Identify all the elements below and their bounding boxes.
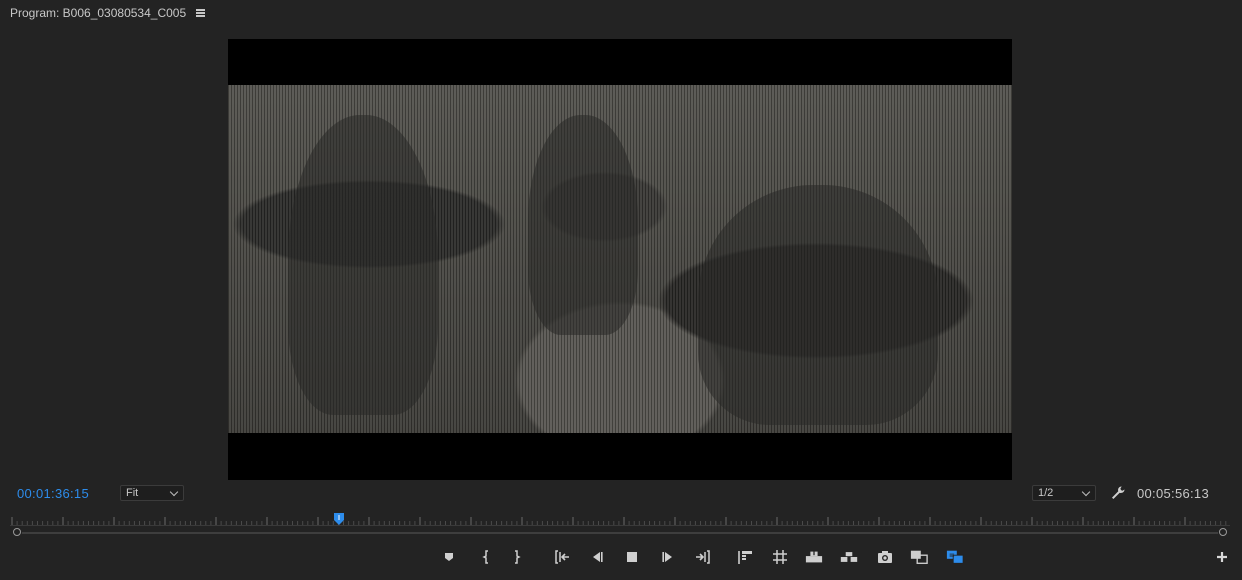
chevron-down-icon [169, 487, 179, 497]
program-monitor-viewer[interactable] [228, 39, 1012, 480]
settings-wrench-icon[interactable] [1110, 485, 1126, 501]
plus-icon[interactable] [1214, 549, 1230, 565]
panel-header: Program: B006_03080534_C005 [10, 5, 206, 21]
scrollbar-track [22, 532, 1218, 534]
stop-icon[interactable] [623, 548, 641, 566]
scrollbar-end-handle[interactable] [1219, 528, 1227, 536]
time-ruler[interactable] [10, 514, 1230, 526]
panel-title: Program: B006_03080534_C005 [10, 6, 187, 20]
step-back-icon[interactable] [588, 548, 606, 566]
step-forward-icon[interactable] [659, 548, 677, 566]
resolution-value: 1/2 [1038, 487, 1054, 499]
chevron-down-icon [1081, 487, 1091, 497]
current-timecode[interactable]: 00:01:36:15 [17, 486, 89, 501]
mark-in-icon[interactable] [477, 548, 495, 566]
zoom-level-select[interactable]: Fit [120, 485, 184, 501]
duration-timecode: 00:05:56:13 [1137, 486, 1209, 501]
go-to-in-icon[interactable] [554, 548, 572, 566]
transport-controls [0, 548, 1242, 566]
panel-menu-icon[interactable] [196, 9, 206, 17]
extract-icon[interactable] [840, 548, 858, 566]
video-frame [228, 85, 1012, 433]
go-to-out-icon[interactable] [693, 548, 711, 566]
comparison-view-icon[interactable] [910, 548, 928, 566]
lift-icon[interactable] [805, 548, 823, 566]
mark-out-icon[interactable] [508, 548, 526, 566]
multicam-icon[interactable] [946, 548, 964, 566]
add-marker-icon[interactable] [440, 548, 458, 566]
zoom-scrollbar[interactable] [13, 528, 1227, 536]
playback-resolution-select[interactable]: 1/2 [1032, 485, 1096, 501]
insert-icon[interactable] [736, 548, 754, 566]
trim-icon[interactable] [771, 548, 789, 566]
export-frame-icon[interactable] [876, 548, 894, 566]
monitor-status-bar: 00:01:36:15 Fit 1/2 00:05:56:13 [0, 484, 1242, 504]
scrollbar-start-handle[interactable] [13, 528, 21, 536]
playhead[interactable] [333, 512, 345, 526]
zoom-level-value: Fit [126, 487, 139, 499]
